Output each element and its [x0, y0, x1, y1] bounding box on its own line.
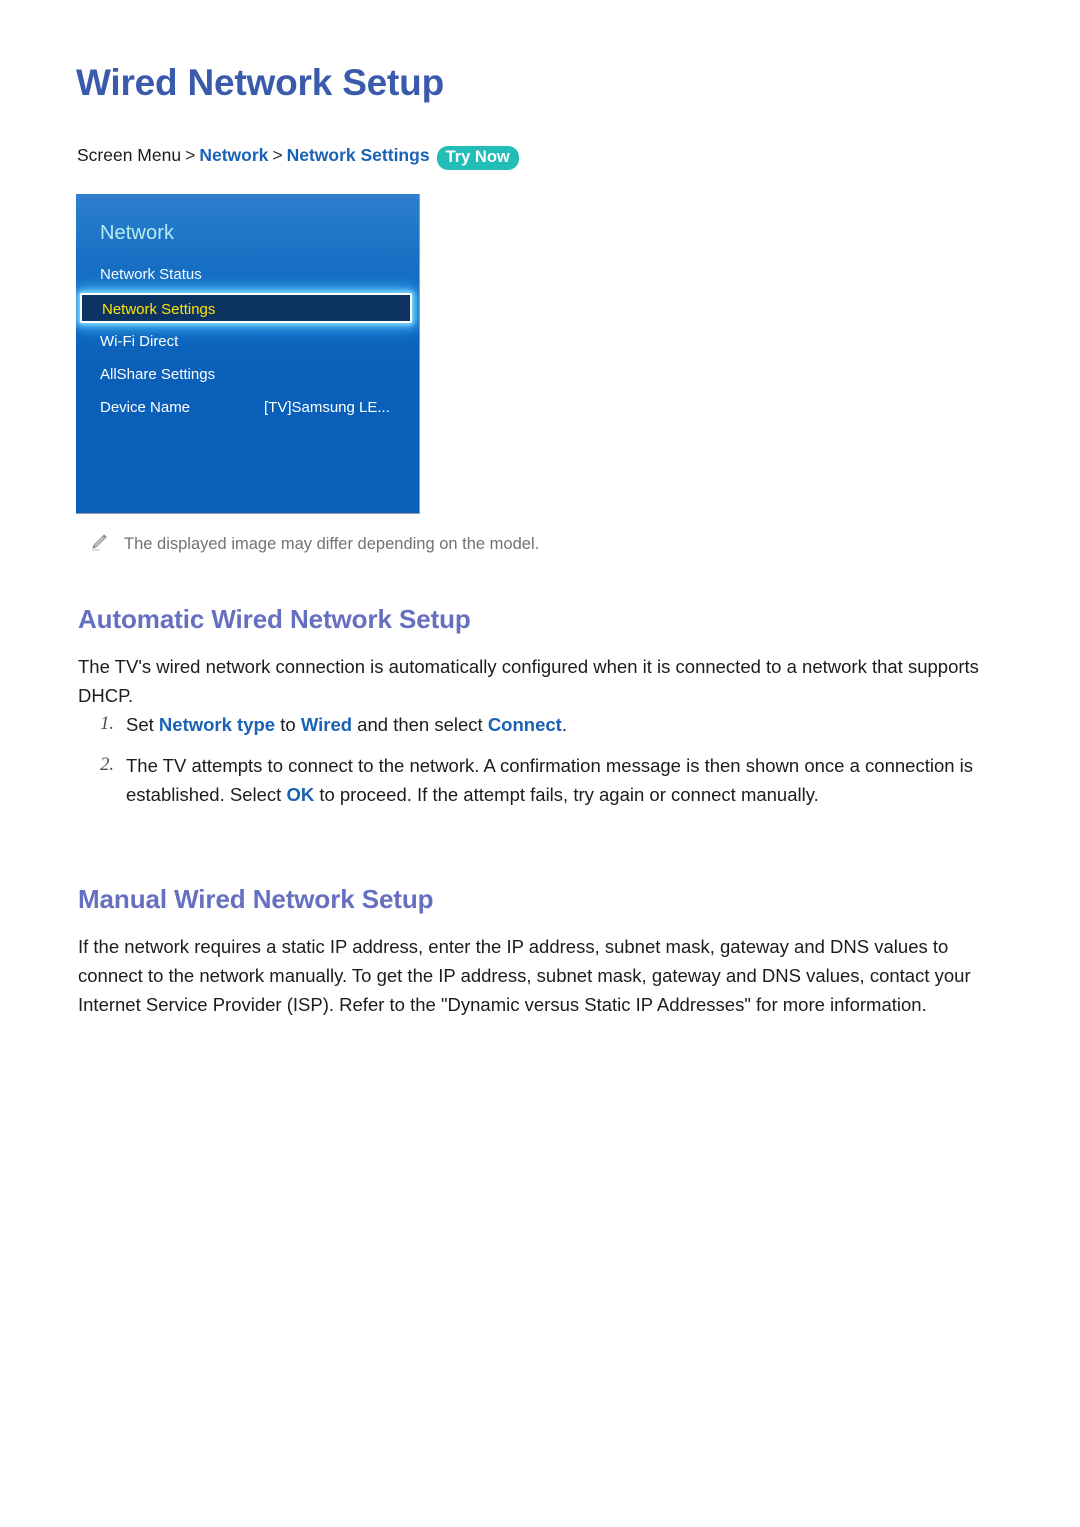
- tv-menu-header: Network: [100, 222, 175, 244]
- section-paragraph-manual: If the network requires a static IP addr…: [78, 936, 971, 1015]
- step-number: 2.: [100, 755, 114, 775]
- try-now-badge[interactable]: Try Now: [436, 146, 519, 170]
- list-item: 2. The TV attempts to connect to the net…: [78, 751, 998, 809]
- breadcrumb: Screen Menu > Network > Network Settings Try …: [77, 143, 519, 170]
- tv-menu-item-network-status[interactable]: Network Status: [76, 258, 419, 291]
- tv-menu-item-label: Wi-Fi Direct: [100, 333, 179, 350]
- note-line: The displayed image may differ depending…: [88, 531, 539, 557]
- plain-text: to: [275, 714, 301, 735]
- tv-menu-item-label: Network Settings: [102, 301, 216, 318]
- document-page: Wired Network Setup Screen Menu > Network >…: [0, 0, 1080, 1527]
- plain-text: and then select: [352, 714, 488, 735]
- page-title: Wired Network Setup: [76, 62, 444, 103]
- tv-menu-item-device-name[interactable]: Device Name [TV]Samsung LE...: [76, 391, 419, 424]
- pencil-icon: [88, 532, 110, 554]
- tv-menu-item-label: Device Name: [100, 399, 191, 416]
- tv-menu-item-value: [TV]Samsung LE...: [264, 399, 390, 416]
- step-text: Set Network type to Wired and then selec…: [126, 714, 567, 735]
- tv-menu-item-wifi-direct[interactable]: Wi-Fi Direct: [76, 325, 419, 358]
- tv-menu-item-network-settings[interactable]: Network Settings: [80, 293, 412, 323]
- tv-menu-item-label: Network Status: [100, 266, 202, 283]
- tv-menu-list: Network Status Network Settings Wi-Fi Di…: [76, 258, 419, 424]
- section-heading-automatic: Automatic Wired Network Setup: [78, 604, 471, 634]
- breadcrumb-item-network-settings[interactable]: Network Settings: [287, 145, 430, 165]
- list-item: 1. Set Network type to Wired and then se…: [78, 710, 998, 739]
- tv-menu-item-label: AllShare Settings: [100, 366, 216, 383]
- plain-text: .: [561, 714, 567, 735]
- plain-text: to proceed. If the attempt fails, try ag…: [314, 784, 819, 805]
- highlighted-term: Connect: [487, 714, 562, 735]
- note-text: The displayed image may differ depending…: [124, 535, 540, 553]
- highlighted-term: Network type: [158, 714, 276, 735]
- ordered-steps-automatic: 1. Set Network type to Wired and then se…: [78, 710, 998, 821]
- breadcrumb-root: Screen Menu: [77, 145, 182, 165]
- highlighted-term: OK: [286, 784, 315, 805]
- highlighted-term: Wired: [300, 714, 353, 735]
- tv-menu-screenshot: Network Network Status Network Settings …: [76, 194, 420, 514]
- breadcrumb-separator-2: >: [272, 145, 283, 165]
- step-text: The TV attempts to connect to the networ…: [126, 755, 973, 805]
- section-paragraph-automatic: The TV's wired network connection is aut…: [78, 656, 979, 706]
- plain-text: Set: [126, 714, 159, 735]
- tv-menu-item-allshare-settings[interactable]: AllShare Settings: [76, 358, 419, 391]
- breadcrumb-item-network[interactable]: Network: [199, 145, 268, 165]
- step-number: 1.: [100, 714, 114, 734]
- section-heading-manual: Manual Wired Network Setup: [78, 884, 434, 914]
- breadcrumb-separator-1: >: [185, 145, 196, 165]
